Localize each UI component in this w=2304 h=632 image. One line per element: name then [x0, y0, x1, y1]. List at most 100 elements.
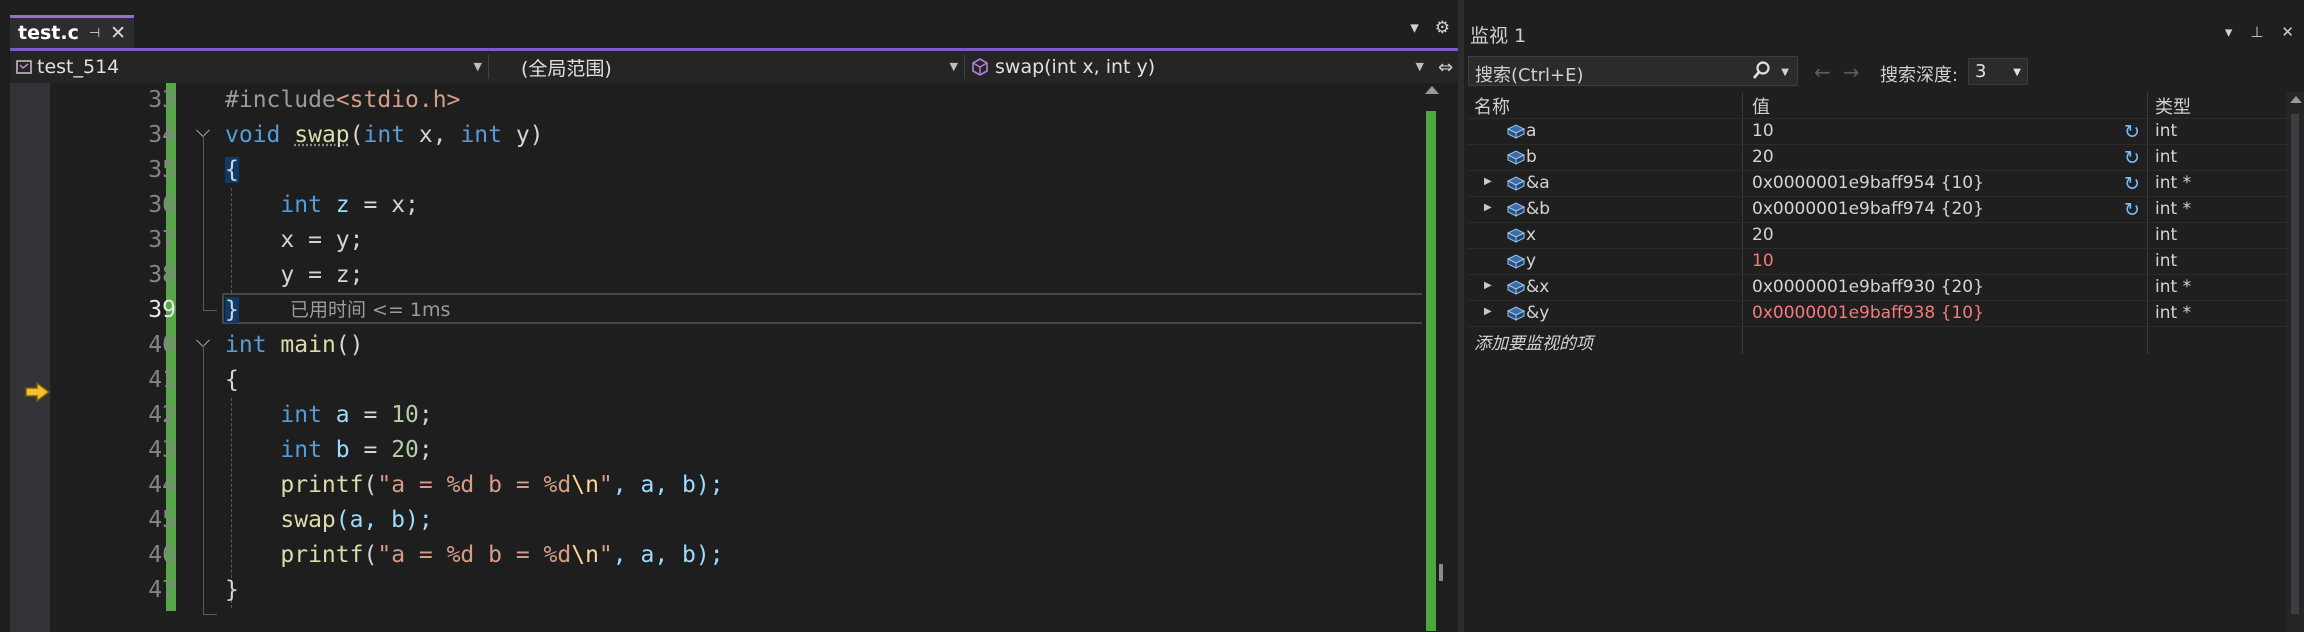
- column-header-name[interactable]: 名称: [1474, 93, 1510, 119]
- search-placeholder: 搜索(Ctrl+E): [1475, 65, 1584, 86]
- code-area[interactable]: 33 34 35 36 37 38 39 40 41 42 43 44 45 4…: [10, 83, 1458, 632]
- code-line: }: [225, 297, 239, 323]
- window-menu-icon[interactable]: ▾: [2225, 23, 2233, 41]
- code-line: {: [225, 367, 239, 393]
- watch-value[interactable]: 20: [1752, 225, 1774, 245]
- chevron-down-icon: ▼: [2013, 67, 2021, 78]
- column-header-value[interactable]: 值: [1752, 93, 1770, 119]
- watch-value[interactable]: 0x0000001e9baff974 {20}: [1752, 199, 1984, 219]
- scroll-thumb[interactable]: [1439, 564, 1443, 581]
- close-icon[interactable]: ✕: [2281, 23, 2294, 41]
- perf-tip: 已用时间 <= 1ms: [290, 299, 451, 321]
- watch-name[interactable]: y: [1526, 251, 1536, 271]
- watch-type: int *: [2155, 303, 2192, 323]
- add-watch-item[interactable]: 添加要监视的项: [1474, 329, 1593, 354]
- tab-test-c[interactable]: test.c ⊣ ✕: [10, 15, 134, 48]
- line-number: 43: [148, 437, 176, 463]
- line-number: 34: [148, 122, 176, 148]
- code-line: printf("a = %d b = %d\n", a, b);: [280, 472, 724, 498]
- chevron-down-icon[interactable]: ▼: [1781, 67, 1789, 78]
- watch-name[interactable]: &a: [1526, 173, 1550, 193]
- watch-value[interactable]: 0x0000001e9baff930 {20}: [1752, 277, 1984, 297]
- refresh-icon[interactable]: ↻: [2124, 173, 2140, 195]
- variable-icon: [1506, 253, 1526, 274]
- watch-type: int *: [2155, 173, 2192, 193]
- tab-filename: test.c: [18, 22, 79, 44]
- watch-name[interactable]: b: [1526, 147, 1537, 167]
- scroll-up-icon[interactable]: [1425, 86, 1439, 94]
- column-header-type[interactable]: 类型: [2155, 93, 2191, 119]
- expand-icon[interactable]: ▶: [1484, 176, 1492, 187]
- search-icon[interactable]: [1751, 60, 1771, 82]
- watch-row[interactable]: ▶ &b 0x0000001e9baff974 {20} ↻ int *: [1468, 196, 2288, 223]
- scrollbar-change-map: [1426, 111, 1436, 631]
- line-number: 36: [148, 192, 176, 218]
- code-line: void swap(int x, int y): [225, 122, 544, 148]
- watch-name[interactable]: &x: [1526, 277, 1549, 297]
- code-line: }: [225, 577, 239, 603]
- line-number: 44: [148, 472, 176, 498]
- refresh-icon[interactable]: ↻: [2124, 121, 2140, 143]
- code-line: printf("a = %d b = %d\n", a, b);: [280, 542, 724, 568]
- gear-icon[interactable]: ⚙: [1435, 18, 1450, 38]
- watch-type: int: [2155, 225, 2178, 245]
- watch-value[interactable]: 0x0000001e9baff938 {10}: [1752, 303, 1984, 323]
- line-number: 37: [148, 227, 176, 253]
- watch-row[interactable]: b 20 ↻ int: [1468, 144, 2288, 171]
- code-line: y = z;: [280, 262, 364, 288]
- watch-name[interactable]: &b: [1526, 199, 1550, 219]
- code-line: #include<stdio.h>: [225, 87, 461, 113]
- line-number: 35: [148, 157, 176, 183]
- arrow-right-icon[interactable]: →: [1843, 60, 1860, 84]
- arrow-left-icon[interactable]: ←: [1814, 60, 1831, 84]
- pin-icon[interactable]: ⊥: [2250, 23, 2263, 41]
- scroll-up-icon[interactable]: [2290, 96, 2302, 103]
- scope-guide: [203, 310, 217, 311]
- project-dropdown[interactable]: test_514 ▼: [10, 51, 488, 83]
- watch-row[interactable]: x 20 int: [1468, 222, 2288, 249]
- split-icon[interactable]: ⇔: [1438, 57, 1453, 78]
- watch-value[interactable]: 10: [1752, 121, 1774, 141]
- scope-dropdown[interactable]: (全局范围) ▼: [489, 51, 964, 83]
- code-line: x = y;: [280, 227, 364, 253]
- refresh-icon[interactable]: ↻: [2124, 199, 2140, 221]
- expand-icon[interactable]: ▶: [1484, 280, 1492, 291]
- search-input[interactable]: 搜索(Ctrl+E) ▼: [1468, 56, 1798, 86]
- glyph-margin[interactable]: [10, 83, 50, 632]
- watch-header: 名称 值 类型: [1468, 92, 2288, 118]
- variable-icon: [1506, 227, 1526, 248]
- watch-row[interactable]: ▶ &a 0x0000001e9baff954 {10} ↻ int *: [1468, 170, 2288, 197]
- watch-name[interactable]: &y: [1526, 303, 1549, 323]
- watch-row[interactable]: ▶ &x 0x0000001e9baff930 {20} int *: [1468, 274, 2288, 301]
- watch-scrollbar[interactable]: [2286, 92, 2304, 632]
- pin-icon[interactable]: ⊣: [89, 26, 100, 41]
- editor-scrollbar[interactable]: [1422, 83, 1443, 632]
- line-number: 47: [148, 577, 176, 603]
- scope-guide: [203, 345, 204, 615]
- close-icon[interactable]: ✕: [110, 22, 126, 44]
- add-watch-row[interactable]: 添加要监视的项: [1468, 326, 2288, 354]
- expand-icon[interactable]: ▶: [1484, 306, 1492, 317]
- watch-name[interactable]: x: [1526, 225, 1536, 245]
- search-depth-select[interactable]: 3 ▼: [1968, 58, 2028, 85]
- watch-value[interactable]: 0x0000001e9baff954 {10}: [1752, 173, 1984, 193]
- watch-row[interactable]: y 10 int: [1468, 248, 2288, 275]
- method-icon: [972, 58, 988, 76]
- chevron-down-icon: ▼: [473, 60, 482, 73]
- member-label: swap(int x, int y): [995, 56, 1156, 78]
- code-line: swap(a, b);: [280, 507, 433, 533]
- watch-row[interactable]: a 10 ↻ int: [1468, 118, 2288, 145]
- expand-icon[interactable]: ▶: [1484, 202, 1492, 213]
- refresh-icon[interactable]: ↻: [2124, 147, 2140, 169]
- scroll-thumb[interactable]: [2291, 114, 2299, 614]
- tab-dropdown-icon[interactable]: ▾: [1410, 18, 1419, 38]
- watch-value[interactable]: 20: [1752, 147, 1774, 167]
- watch-type: int: [2155, 251, 2178, 271]
- watch-name[interactable]: a: [1526, 121, 1536, 141]
- search-depth-value: 3: [1975, 61, 1987, 82]
- watch-row[interactable]: ▶ &y 0x0000001e9baff938 {10} int *: [1468, 300, 2288, 327]
- variable-icon: [1506, 279, 1526, 300]
- instruction-pointer-icon[interactable]: [24, 381, 52, 403]
- watch-value[interactable]: 10: [1752, 251, 1774, 271]
- member-dropdown[interactable]: swap(int x, int y) ▼: [965, 51, 1430, 83]
